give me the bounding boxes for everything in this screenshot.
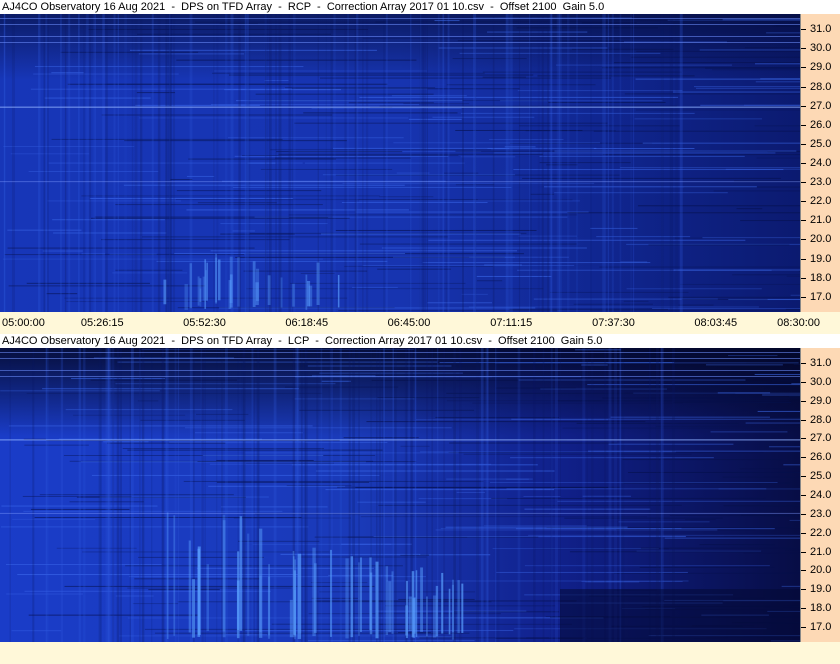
time-tick-label: 07:11:15 <box>490 317 533 329</box>
tick-mark <box>801 296 806 298</box>
tick-label: 31.0 <box>810 357 832 370</box>
tick-label: 24.0 <box>810 489 832 501</box>
tick-label: 19.0 <box>810 252 832 265</box>
tick-mark <box>801 163 806 164</box>
tick-mark <box>801 201 806 203</box>
time-axis: 05:00:00 05:26:15 05:52:30 06:18:45 06:45:00… <box>0 312 840 334</box>
time-tick-label: 05:52:30 <box>183 317 226 329</box>
tick-label: 21.0 <box>810 214 832 227</box>
time-tick-label: 05:00:00 <box>2 317 45 329</box>
tick-label: 26.0 <box>810 118 832 131</box>
tick-mark <box>801 105 806 107</box>
tick-label: 22.0 <box>810 526 832 539</box>
tick-mark <box>801 438 806 440</box>
tick-label: 27.0 <box>810 99 832 112</box>
lcp-frequency-axis: 31.0 30.0 29.0 28.0 27.0 26.0 25.0 24.0 23.0 22.0… <box>800 348 840 642</box>
tick-mark <box>801 258 806 260</box>
tick-label: 21.0 <box>810 545 832 558</box>
tick-mark <box>801 86 806 88</box>
tick-mark <box>801 277 806 279</box>
time-tick-label: 05:26:15 <box>80 317 124 329</box>
tick-label: 31.0 <box>810 23 832 36</box>
tick-mark <box>801 381 806 383</box>
time-tick-label: 06:45:00 <box>387 317 431 329</box>
tick-label: 18.0 <box>810 271 832 284</box>
tick-label: 30.0 <box>810 42 832 55</box>
tick-label: 23.0 <box>810 507 832 520</box>
tick-mark <box>801 182 806 184</box>
tick-mark <box>801 363 806 365</box>
tick-label: 22.0 <box>810 195 832 208</box>
tick-label: 28.0 <box>810 80 832 93</box>
tick-mark <box>801 457 806 459</box>
rcp-frequency-axis: 31.0 30.0 29.0 28.0 27.0 26.0 25.0 24.0 23.0 22.0… <box>800 14 840 312</box>
tick-label: 20.0 <box>810 564 832 577</box>
tick-label: 30.0 <box>810 375 832 388</box>
bottom-strip <box>0 642 840 664</box>
tick-label: 23.0 <box>810 176 832 189</box>
tick-mark <box>801 532 806 534</box>
tick-mark <box>801 419 806 421</box>
tick-mark <box>801 570 806 572</box>
rcp-panel: AJ4CO Observatory 16 Aug 2021 - DPS on T… <box>0 0 840 312</box>
tick-label: 24.0 <box>810 157 832 169</box>
time-tick-label: 07:37:30 <box>592 317 635 329</box>
tick-mark <box>801 220 806 222</box>
tick-label: 17.0 <box>810 290 832 303</box>
time-tick-label: 06:18:45 <box>285 317 329 329</box>
tick-mark <box>801 48 806 50</box>
lcp-spectrogram <box>0 348 800 642</box>
tick-label: 25.0 <box>810 137 832 150</box>
lcp-panel: AJ4CO Observatory 16 Aug 2021 - DPS on T… <box>0 334 840 642</box>
tick-mark <box>801 67 806 69</box>
tick-label: 17.0 <box>810 620 832 633</box>
tick-mark <box>801 143 806 145</box>
tick-mark <box>801 551 806 553</box>
tick-mark <box>801 513 806 515</box>
tick-label: 27.0 <box>810 432 832 445</box>
lcp-spectrogram-plot <box>0 348 800 642</box>
tick-label: 19.0 <box>810 583 832 596</box>
tick-label: 20.0 <box>810 233 832 246</box>
tick-label: 29.0 <box>810 394 832 407</box>
time-tick-label: 08:03:45 <box>694 317 738 329</box>
tick-mark <box>801 476 806 478</box>
rcp-spectrogram-plot <box>0 14 800 312</box>
tick-mark <box>801 589 806 591</box>
tick-mark <box>801 124 806 126</box>
rcp-spectrogram <box>0 14 800 312</box>
dark-band-lower <box>560 589 800 642</box>
rcp-title: AJ4CO Observatory 16 Aug 2021 - DPS on T… <box>0 0 840 14</box>
tick-label: 28.0 <box>810 413 832 426</box>
time-tick-label: 08:30:00 <box>777 317 820 329</box>
tick-label: 18.0 <box>810 602 832 615</box>
lcp-title: AJ4CO Observatory 16 Aug 2021 - DPS on T… <box>0 334 840 348</box>
tick-mark <box>801 495 806 496</box>
tick-label: 25.0 <box>810 470 832 483</box>
tick-label: 26.0 <box>810 451 832 464</box>
tick-mark <box>801 626 806 628</box>
tick-label: 29.0 <box>810 61 832 74</box>
tick-mark <box>801 400 806 402</box>
tick-mark <box>801 608 806 610</box>
tick-mark <box>801 29 806 31</box>
tick-mark <box>801 239 806 241</box>
